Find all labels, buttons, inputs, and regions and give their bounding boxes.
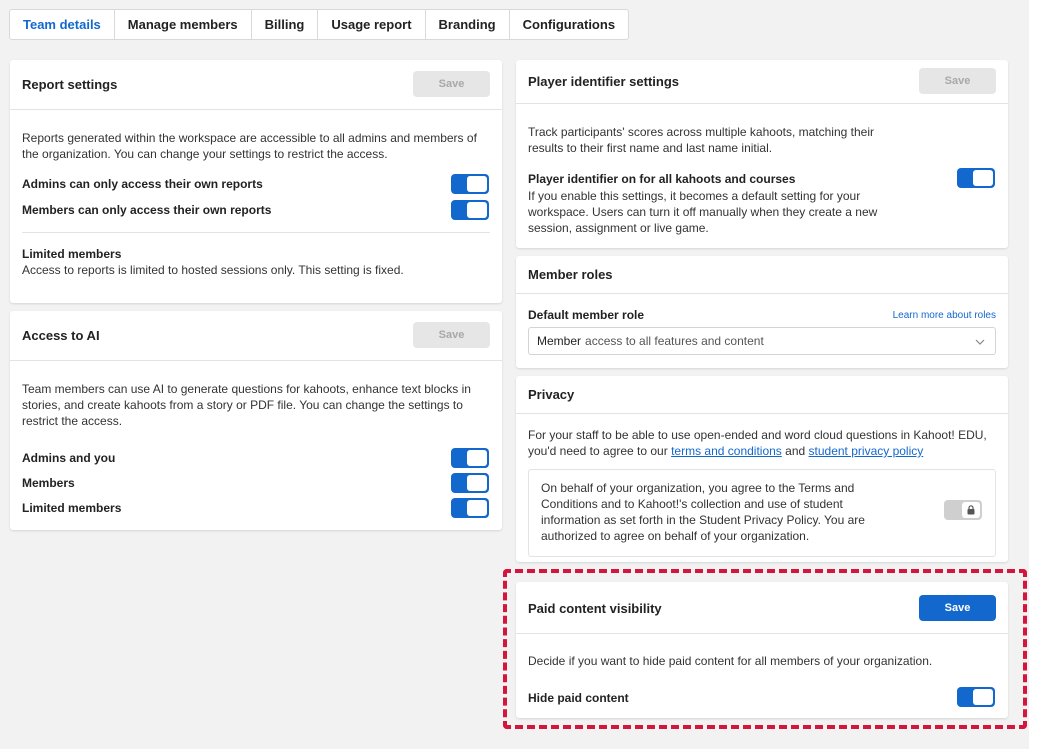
ai-description: Team members can use AI to generate ques… — [22, 382, 471, 428]
player-identifier-card: Player identifier settings Save Track pa… — [516, 60, 1008, 248]
tab-configurations[interactable]: Configurations — [510, 10, 628, 39]
tab-manage-members[interactable]: Manage members — [115, 10, 252, 39]
tab-usage-report[interactable]: Usage report — [318, 10, 426, 39]
privacy-title: Privacy — [528, 387, 575, 402]
select-value-strong: Member — [537, 334, 582, 348]
report-settings-title: Report settings — [22, 77, 118, 92]
ai-save-button[interactable]: Save — [413, 322, 490, 348]
ai-limited-members-label: Limited members — [22, 501, 122, 515]
ai-members-toggle[interactable] — [451, 473, 489, 493]
tab-bar: Team details Manage members Billing Usag… — [9, 9, 630, 40]
select-value-description: access to all features and content — [585, 334, 764, 348]
privacy-agreement-box: On behalf of your organization, you agre… — [528, 469, 996, 557]
player-identifier-toggle[interactable] — [957, 168, 995, 188]
player-description: Track participants' scores across multip… — [528, 125, 874, 155]
limited-members-title: Limited members — [22, 247, 122, 261]
player-save-button[interactable]: Save — [919, 68, 996, 94]
ai-limited-members-toggle[interactable] — [451, 498, 489, 518]
divider — [10, 109, 502, 110]
lock-icon — [967, 505, 975, 515]
privacy-agreement-toggle — [944, 500, 982, 520]
page-edge — [1029, 0, 1043, 749]
privacy-agreement-text: On behalf of your organization, you agre… — [541, 481, 865, 543]
privacy-and-text: and — [785, 444, 806, 458]
player-identifier-title: Player identifier settings — [528, 74, 679, 89]
ai-admins-label: Admins and you — [22, 451, 116, 465]
tab-branding[interactable]: Branding — [426, 10, 510, 39]
privacy-description: For your staff to be able to use open-en… — [528, 427, 998, 459]
ai-members-label: Members — [22, 476, 75, 490]
limited-members-description: Access to reports is limited to hosted s… — [22, 263, 404, 277]
members-own-reports-label: Members can only access their own report… — [22, 203, 272, 217]
terms-and-conditions-link[interactable]: terms and conditions — [671, 444, 782, 458]
divider — [22, 232, 490, 233]
report-settings-card: Report settings Save Reports generated w… — [10, 60, 502, 303]
tab-team-details[interactable]: Team details — [10, 10, 115, 39]
divider — [516, 293, 1008, 294]
report-save-button[interactable]: Save — [413, 71, 490, 97]
member-roles-title: Member roles — [528, 267, 613, 282]
chevron-down-icon — [975, 339, 985, 345]
default-member-role-select[interactable]: Member access to all features and conten… — [528, 327, 996, 355]
learn-more-roles-link[interactable]: Learn more about roles — [893, 310, 996, 321]
highlight-box — [503, 569, 1027, 729]
student-privacy-policy-link[interactable]: student privacy policy — [809, 444, 924, 458]
access-to-ai-card: Access to AI Save Team members can use A… — [10, 311, 502, 530]
access-to-ai-title: Access to AI — [22, 328, 100, 343]
admins-own-reports-label: Admins can only access their own reports — [22, 177, 263, 191]
member-roles-card: Member roles Default member role Learn m… — [516, 256, 1008, 368]
privacy-card: Privacy For your staff to be able to use… — [516, 376, 1008, 562]
player-identifier-option-description: If you enable this settings, it becomes … — [528, 189, 878, 235]
members-own-reports-toggle[interactable] — [451, 200, 489, 220]
report-description: Reports generated within the workspace a… — [22, 131, 477, 161]
default-member-role-label: Default member role — [528, 308, 645, 322]
tab-billing[interactable]: Billing — [252, 10, 319, 39]
divider — [516, 413, 1008, 414]
admins-own-reports-toggle[interactable] — [451, 174, 489, 194]
player-identifier-option-label: Player identifier on for all kahoots and… — [528, 172, 796, 186]
divider — [10, 360, 502, 361]
divider — [516, 103, 1008, 104]
ai-admins-toggle[interactable] — [451, 448, 489, 468]
